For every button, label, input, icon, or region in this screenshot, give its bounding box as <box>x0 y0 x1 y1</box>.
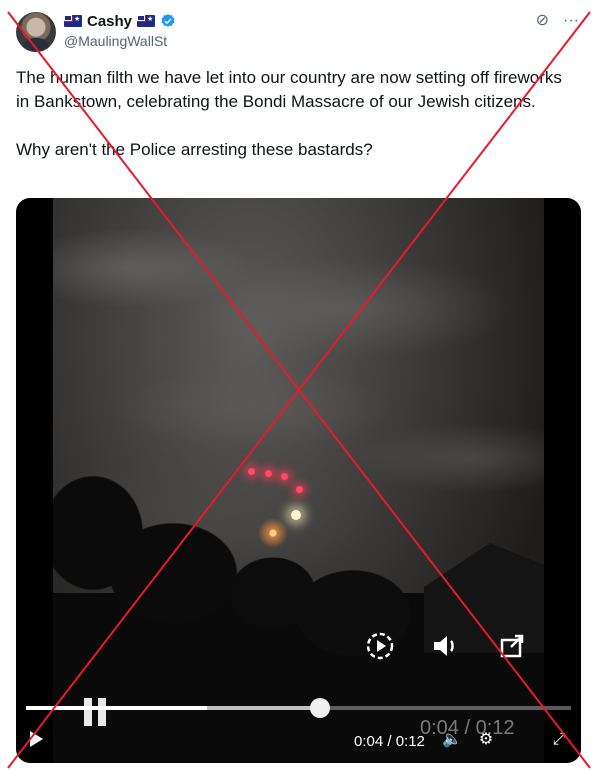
tweet-text: The human filth we have let into our cou… <box>16 68 562 159</box>
pause-overlay-icon <box>84 698 106 726</box>
progress-bar[interactable] <box>26 698 571 718</box>
firework-flare <box>291 510 301 520</box>
ghost-time-display: 0:04 / 0:12 <box>420 717 515 739</box>
australia-flag-icon <box>137 14 156 27</box>
pop-out-icon[interactable] <box>496 631 528 663</box>
grok-icon[interactable]: ⊘ <box>536 12 549 30</box>
more-icon[interactable]: ··· <box>563 12 579 30</box>
australia-flag-icon <box>64 14 82 27</box>
settings-icon[interactable]: ⚙ <box>475 729 497 751</box>
time-display: 0:04 / 0:12 <box>354 733 425 750</box>
volume-icon[interactable]: 🔈 <box>441 729 463 751</box>
playback-speed-icon[interactable] <box>364 631 396 663</box>
fullscreen-icon[interactable]: ⤢ <box>548 729 570 751</box>
author-name[interactable]: Cashy <box>87 13 132 30</box>
firework-burst <box>258 518 288 548</box>
avatar[interactable] <box>16 12 56 52</box>
play-icon[interactable] <box>30 731 43 747</box>
video-controls: 0:04 / 0:12 0:04 / 0:12 🔈 ⚙ ⤢ <box>16 717 581 763</box>
author-name-row[interactable]: Cashy <box>64 12 176 30</box>
volume-icon[interactable] <box>429 631 461 663</box>
video-frame[interactable] <box>53 198 544 763</box>
verified-badge-icon <box>161 14 175 27</box>
video-player[interactable]: 0:04 / 0:12 0:04 / 0:12 🔈 ⚙ ⤢ <box>16 198 581 763</box>
author-handle[interactable]: @MaulingWallSt <box>64 33 167 49</box>
